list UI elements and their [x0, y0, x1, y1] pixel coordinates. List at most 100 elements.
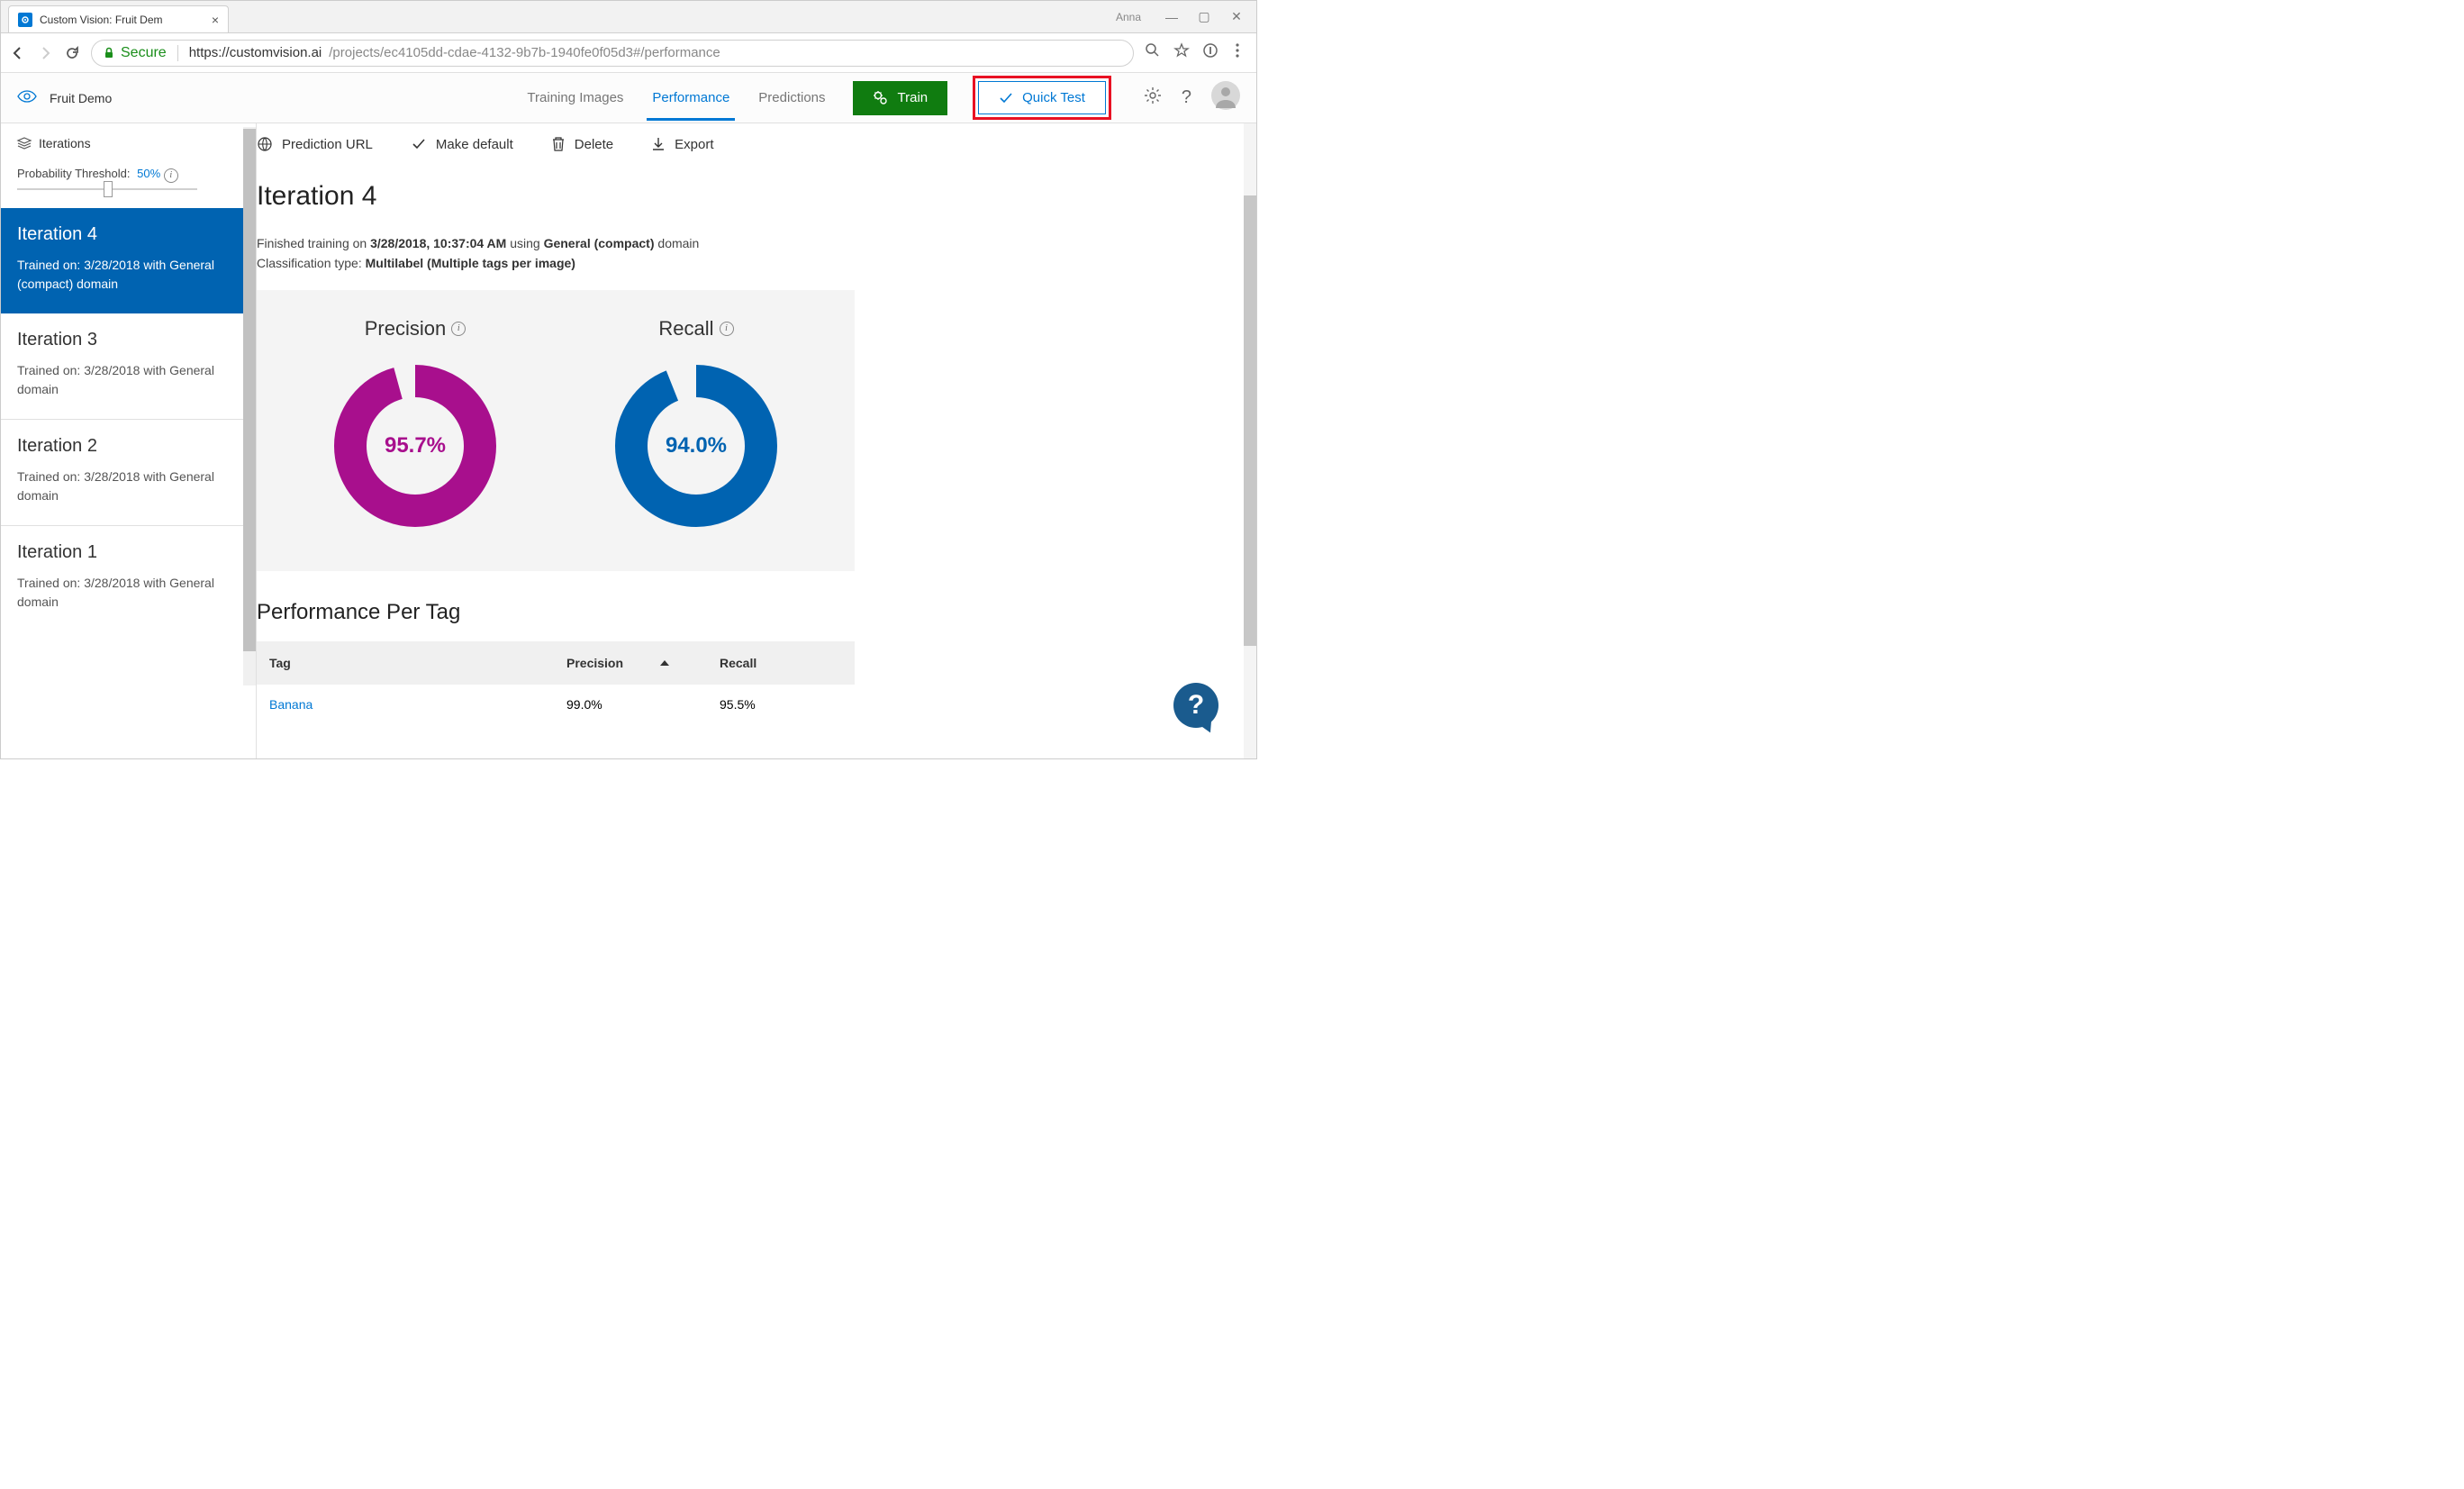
zoom-icon[interactable] [1145, 42, 1161, 63]
gears-icon [873, 90, 889, 106]
table-row[interactable]: Banana 99.0% 95.5% [257, 685, 855, 724]
iterations-label: Iterations [39, 136, 91, 150]
secure-label: Secure [121, 45, 167, 61]
class-type-value: Multilabel (Multiple tags per image) [366, 256, 575, 270]
url-path: /projects/ec4105dd-cdae-4132-9b7b-1940fe… [329, 45, 720, 60]
iteration-subtitle: Trained on: 3/28/2018 with General domai… [17, 468, 240, 505]
window-controls: Anna ― ▢ ✕ [1116, 1, 1256, 32]
col-recall[interactable]: Recall [720, 656, 855, 670]
metrics-card: Precisioni 95.7% Recalli [257, 290, 855, 571]
main-scrollbar[interactable] [1244, 123, 1256, 758]
quick-test-button[interactable]: Quick Test [978, 81, 1106, 114]
class-type-label: Classification type: [257, 256, 366, 270]
download-icon [651, 136, 666, 152]
delete-label: Delete [575, 137, 613, 152]
settings-gear-icon[interactable] [1144, 86, 1162, 109]
forward-icon [37, 45, 53, 61]
tab-close-icon[interactable]: × [212, 13, 219, 27]
maximize-icon[interactable]: ▢ [1195, 9, 1213, 24]
make-default-label: Make default [436, 137, 513, 152]
precision-value: 95.7% [330, 360, 501, 531]
col-precision[interactable]: Precision [566, 656, 720, 670]
export-label: Export [675, 137, 713, 152]
tab-performance[interactable]: Performance [650, 75, 731, 121]
iteration-item-1[interactable]: Iteration 1 Trained on: 3/28/2018 with G… [1, 526, 256, 631]
delete-button[interactable]: Delete [551, 136, 613, 152]
tag-precision: 99.0% [566, 697, 720, 712]
precision-info-icon[interactable]: i [451, 322, 466, 336]
iteration-title: Iteration 1 [17, 542, 240, 563]
prediction-url-button[interactable]: Prediction URL [257, 136, 373, 152]
browser-menu-icon[interactable] [1231, 42, 1244, 63]
omnibox-divider [177, 45, 178, 61]
tab-predictions[interactable]: Predictions [756, 75, 827, 121]
bookmark-star-icon[interactable] [1173, 42, 1190, 63]
back-icon[interactable] [10, 45, 26, 61]
help-fab[interactable]: ? [1173, 683, 1224, 733]
iteration-title: Iteration 4 [17, 224, 240, 245]
info-circle-icon[interactable] [1202, 42, 1218, 63]
finished-domain: General (compact) [544, 236, 655, 250]
main-content: Prediction URL Make default Delete Expor… [257, 123, 1256, 758]
recall-value: 94.0% [611, 360, 782, 531]
help-bubble-icon: ? [1173, 683, 1218, 728]
main-scroll-thumb[interactable] [1244, 195, 1256, 646]
threshold-slider[interactable] [17, 188, 197, 190]
close-window-icon[interactable]: ✕ [1227, 9, 1246, 24]
train-button[interactable]: Train [853, 81, 948, 115]
iteration-subtitle: Trained on: 3/28/2018 with General (comp… [17, 256, 240, 294]
tag-name[interactable]: Banana [269, 697, 566, 712]
precision-metric: Precision i 95.7% [330, 317, 501, 531]
browser-tab-title: Custom Vision: Fruit Dem [40, 14, 162, 26]
iteration-title: Iteration 2 [17, 436, 240, 457]
iteration-item-2[interactable]: Iteration 2 Trained on: 3/28/2018 with G… [1, 420, 256, 526]
favicon-icon [18, 13, 32, 27]
recall-info-icon[interactable]: i [720, 322, 734, 336]
iteration-subtitle: Trained on: 3/28/2018 with General domai… [17, 361, 240, 399]
threshold-value: 50% [137, 167, 160, 180]
precision-label: Precision [365, 317, 446, 340]
recall-donut: 94.0% [611, 360, 782, 531]
checkmark-icon [999, 91, 1013, 105]
user-avatar[interactable] [1211, 81, 1240, 114]
finished-time: 3/28/2018, 10:37:04 AM [370, 236, 506, 250]
sidebar: Iterations Probability Threshold: 50% i … [1, 123, 257, 758]
browser-user-label: Anna [1116, 11, 1141, 23]
training-meta: Finished training on 3/28/2018, 10:37:04… [257, 233, 1256, 274]
make-default-button[interactable]: Make default [411, 136, 513, 152]
sidebar-scrollbar[interactable] [243, 127, 256, 685]
browser-tab-strip: Custom Vision: Fruit Dem × Anna ― ▢ ✕ [1, 1, 1256, 33]
tab-training-images[interactable]: Training Images [525, 75, 625, 121]
iteration-action-bar: Prediction URL Make default Delete Expor… [257, 123, 1256, 165]
probability-threshold: Probability Threshold: 50% i [1, 163, 256, 208]
finished-middle: using [506, 236, 543, 250]
checkmark-icon [411, 136, 427, 152]
iteration-subtitle: Trained on: 3/28/2018 with General domai… [17, 574, 240, 612]
quick-test-label: Quick Test [1022, 90, 1085, 105]
browser-tab[interactable]: Custom Vision: Fruit Dem × [8, 5, 229, 32]
globe-icon [257, 136, 273, 152]
iteration-item-4[interactable]: Iteration 4 Trained on: 3/28/2018 with G… [1, 208, 256, 313]
project-eye-icon [17, 90, 37, 105]
tag-recall: 95.5% [720, 697, 855, 712]
sort-up-icon [659, 658, 670, 667]
tag-table: Tag Precision Recall Banana 99.0% 95.5% [257, 641, 855, 724]
app-header: Fruit Demo Training Images Performance P… [1, 73, 1256, 123]
help-icon[interactable]: ? [1182, 87, 1191, 108]
project-name[interactable]: Fruit Demo [50, 91, 112, 105]
sidebar-iterations-header: Iterations [1, 123, 256, 163]
minimize-icon[interactable]: ― [1163, 10, 1181, 24]
sidebar-scroll-thumb[interactable] [243, 129, 256, 651]
recall-label: Recall [658, 317, 713, 340]
reload-icon[interactable] [64, 45, 80, 61]
trash-icon [551, 136, 566, 152]
precision-donut: 95.7% [330, 360, 501, 531]
slider-thumb[interactable] [104, 181, 113, 197]
threshold-info-icon[interactable]: i [164, 168, 178, 183]
finished-prefix: Finished training on [257, 236, 370, 250]
url-authority: https://customvision.ai [189, 45, 322, 60]
col-tag[interactable]: Tag [269, 656, 566, 670]
export-button[interactable]: Export [651, 136, 713, 152]
address-bar[interactable]: Secure https://customvision.ai/projects/… [91, 40, 1134, 67]
iteration-item-3[interactable]: Iteration 3 Trained on: 3/28/2018 with G… [1, 313, 256, 420]
